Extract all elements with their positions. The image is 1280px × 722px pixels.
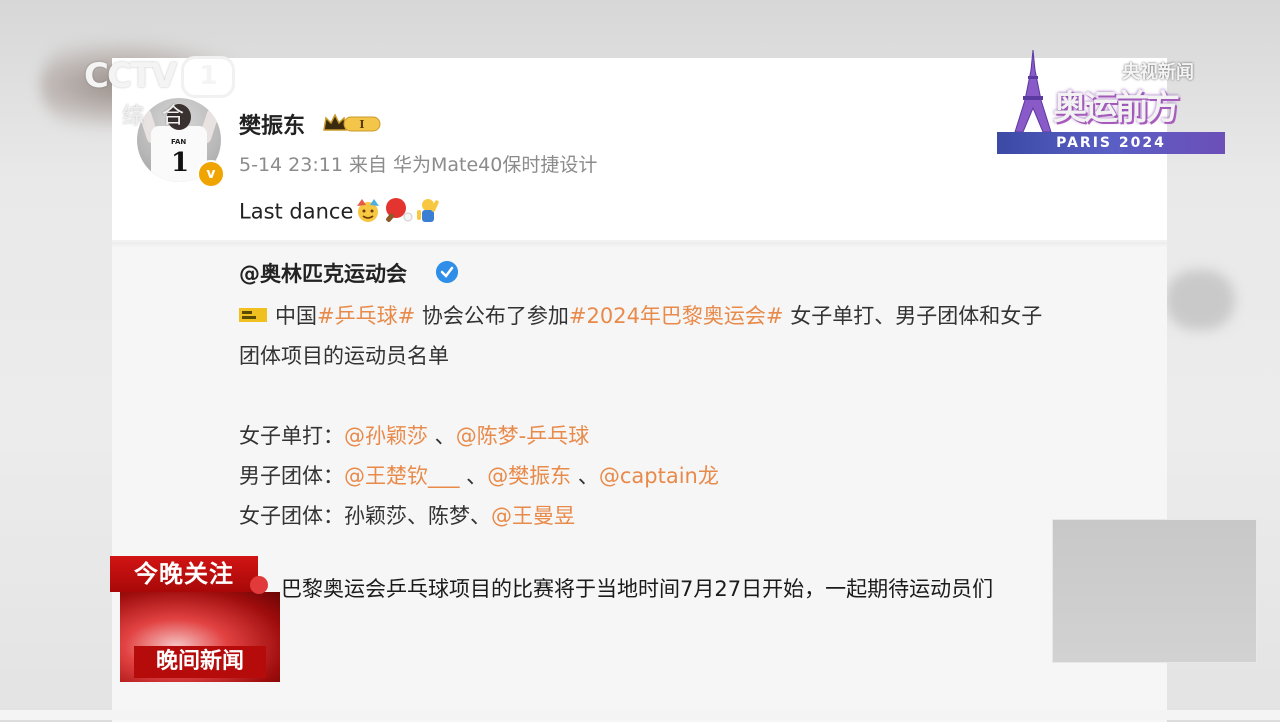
post-text-content: Last dance	[239, 199, 354, 224]
repost-line-1: 中国#乒乓球# 协会公布了参加#2024年巴黎奥运会# 女子单打、男子团体和女子	[239, 296, 1139, 336]
mention-sun-yingsha[interactable]: @孙颖莎	[344, 424, 428, 448]
news-headline: 巴黎奥运会乒乓球项目的比赛将于当地时间7月27日开始，一起期待运动员们	[281, 577, 994, 601]
repost-body: 中国#乒乓球# 协会公布了参加#2024年巴黎奥运会# 女子单打、男子团体和女子…	[239, 296, 1139, 536]
channel-number: 1	[181, 56, 236, 98]
verified-check-icon	[436, 261, 458, 283]
post-username[interactable]: 樊振东	[239, 108, 305, 140]
jersey-number: 1	[171, 148, 190, 178]
mens-team-label: 男子团体：	[239, 464, 344, 488]
card-divider	[112, 240, 1167, 248]
celebrate-emoji-icon	[354, 197, 382, 228]
womens-team-label: 女子团体：	[239, 504, 344, 528]
mention-fan-zhendong[interactable]: @樊振东	[487, 464, 571, 488]
background-blur-right	[1165, 270, 1235, 330]
cctv1-logo: CCTV 1 综合	[84, 56, 236, 129]
separator: 、	[459, 464, 488, 488]
bottom-edge	[0, 710, 1280, 720]
cctv-logo-text: CCTV	[84, 56, 177, 96]
womens-team-line: 女子团体：孙颖莎、陈梦、@王曼昱	[239, 496, 1139, 536]
crown-badge-icon: I	[323, 113, 381, 132]
womens-singles-line: 女子单打：@孙颖莎 、@陈梦-乒乓球	[239, 416, 1139, 456]
tonight-focus-label: 今晚关注	[134, 560, 234, 588]
eiffel-tower-icon	[1014, 50, 1052, 133]
verified-v-icon: v	[197, 160, 225, 188]
jersey-name: FAN	[171, 138, 187, 146]
mens-team-line: 男子团体：@王楚钦___ 、@樊振东 、@captain龙	[239, 456, 1139, 496]
womens-singles-label: 女子单打：	[239, 424, 344, 448]
repost-username[interactable]: @奥林匹克运动会	[239, 258, 407, 288]
ping-pong-emoji-icon	[383, 197, 413, 228]
news-flag-icon	[239, 308, 267, 322]
womens-team-names: 孙颖莎、陈梦、	[344, 504, 491, 528]
inset-video-box	[1052, 519, 1257, 663]
badge-level: I	[359, 118, 364, 131]
paris-olympics-logo: 央视新闻 奥运前方 PARIS 2024	[997, 48, 1227, 156]
repost-line-2: 团体项目的运动员名单	[239, 344, 449, 368]
mention-captain-long[interactable]: @captain龙	[599, 464, 719, 488]
mention-wang-manyu[interactable]: @王曼昱	[491, 504, 575, 528]
mention-wang-chuqin[interactable]: @王楚钦___	[344, 464, 460, 488]
separator: 、	[428, 424, 456, 448]
event-title: 奥运前方	[1053, 88, 1180, 128]
hashtag-table-tennis[interactable]: #乒乓球#	[317, 304, 415, 328]
mention-chen-meng[interactable]: @陈梦-乒乓球	[456, 424, 590, 448]
cheer-emoji-icon	[414, 196, 444, 229]
paris-band-text: PARIS 2024	[1056, 135, 1166, 151]
separator: 、	[571, 464, 599, 488]
repost-mid: 协会公布了参加	[415, 304, 569, 328]
hashtag-paris-olympics[interactable]: #2024年巴黎奥运会#	[569, 304, 784, 328]
post-meta: 5-14 23:11 来自 华为Mate40保时捷设计	[239, 154, 598, 176]
program-label: 晚间新闻	[155, 649, 244, 674]
repost-prefix: 中国	[275, 304, 317, 328]
red-dot-icon	[250, 576, 268, 594]
channel-sub: 综合	[122, 104, 203, 129]
repost-suffix: 女子单打、男子团体和女子	[783, 304, 1043, 328]
post-text: Last dance	[239, 196, 444, 229]
